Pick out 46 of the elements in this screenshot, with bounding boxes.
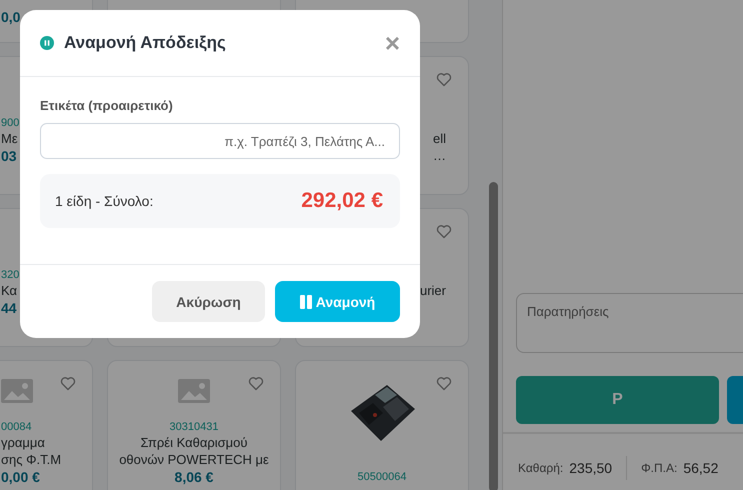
heart-icon[interactable]	[436, 376, 452, 391]
product-card[interactable]: 30310431 Σπρέι Καθαρισμού οθονών POWERTECH με 8,06 €	[107, 360, 281, 490]
summary-label: 1 είδη - Σύνολο:	[55, 193, 154, 209]
total-value: 56,52	[683, 460, 718, 476]
product-price: 0,00 €	[1, 469, 40, 486]
product-name: γραμμα	[1, 434, 45, 451]
product-name: Με	[1, 130, 18, 147]
product-price: 03	[1, 148, 17, 165]
product-name: Κα	[1, 282, 18, 299]
product-code: 900	[1, 116, 20, 130]
product-price: 0,0	[1, 9, 20, 26]
heart-icon[interactable]	[60, 376, 76, 391]
image-placeholder-icon	[1, 379, 33, 403]
total-label: Φ.Π.Α:	[641, 461, 678, 475]
product-code: 320	[1, 268, 20, 282]
product-code: 00084	[1, 420, 32, 434]
dialog-title: Αναμονή Απόδειξης	[64, 33, 227, 53]
product-name: ell	[432, 130, 446, 147]
close-button[interactable]: ×	[384, 30, 400, 56]
notes-field[interactable]: Παρατηρήσεις	[516, 293, 743, 353]
product-name: Σπρέι Καθαρισμού	[140, 434, 248, 451]
pause-icon	[40, 36, 54, 50]
product-card[interactable]: 50500064	[295, 360, 469, 490]
hold-button[interactable]: Αναμονή	[275, 281, 400, 322]
image-placeholder-icon	[178, 379, 210, 403]
product-name: urier	[420, 282, 446, 299]
heart-icon[interactable]	[436, 224, 452, 239]
product-name: …	[433, 147, 446, 164]
action-button[interactable]: P	[516, 376, 719, 424]
product-name: οθονών POWERTECH με	[119, 451, 269, 468]
product-code: 30310431	[170, 420, 218, 434]
heart-icon[interactable]	[436, 72, 452, 87]
product-price: 8,06 €	[174, 469, 214, 486]
scrollbar-thumb[interactable]	[489, 182, 498, 490]
field-label: Ετικέτα (προαιρετικό)	[40, 98, 174, 113]
product-price: 44	[1, 300, 17, 317]
pause-icon	[300, 294, 312, 308]
heart-icon[interactable]	[248, 376, 264, 391]
total-value: 235,50	[569, 460, 612, 476]
product-card[interactable]: 00084 γραμμα σης Φ.Τ.Μ 0,00 €	[0, 360, 93, 490]
total-label: Καθαρή:	[518, 461, 564, 475]
product-code: 50500064	[358, 470, 406, 484]
product-name: σης Φ.Τ.Μ	[1, 451, 62, 468]
label-input-field[interactable]: π.χ. Τραπέζι 3, Πελάτης Α...	[40, 123, 400, 159]
cancel-button[interactable]: Ακύρωση	[152, 281, 265, 322]
summary-total: 292,02 €	[301, 189, 383, 213]
